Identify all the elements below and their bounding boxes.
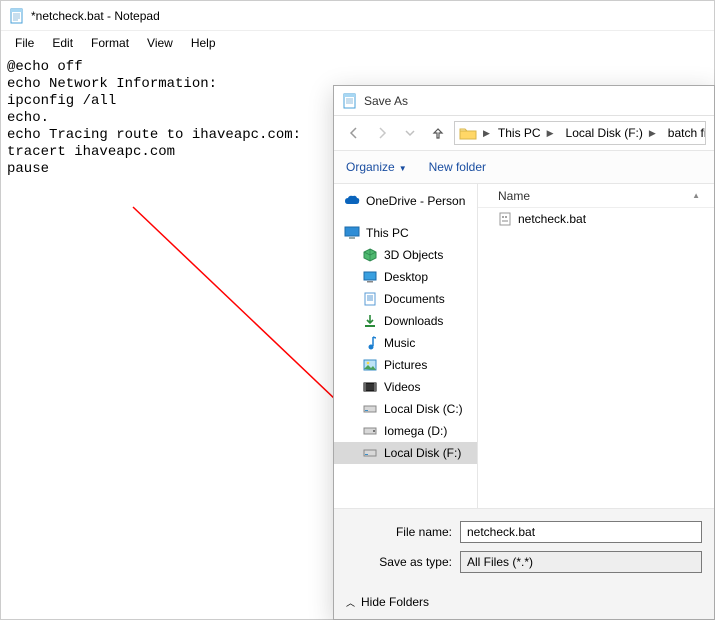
- menu-view[interactable]: View: [139, 33, 181, 53]
- tree-onedrive[interactable]: OneDrive - Person: [334, 190, 477, 212]
- tree-documents[interactable]: Documents: [334, 288, 477, 310]
- breadcrumb-folder[interactable]: batch files: [662, 122, 706, 144]
- dialog-bottom: File name: Save as type: All Files (*.*)…: [334, 508, 714, 619]
- new-folder-button[interactable]: New folder: [429, 160, 486, 174]
- downloads-icon: [362, 313, 378, 329]
- sort-asc-icon[interactable]: ▲: [692, 191, 700, 200]
- breadcrumb-bar[interactable]: ▶ This PC▶ Local Disk (F:)▶ batch files: [454, 121, 706, 145]
- tree-iomega-d[interactable]: Iomega (D:): [334, 420, 477, 442]
- chevron-right-icon[interactable]: ▶: [481, 128, 492, 139]
- onedrive-icon: [344, 193, 360, 209]
- pictures-icon: [362, 357, 378, 373]
- dialog-titlebar: Save As: [334, 86, 714, 116]
- notepad-icon: [9, 8, 25, 24]
- column-header[interactable]: Name ▲: [478, 184, 714, 208]
- music-icon: [362, 335, 378, 351]
- savetype-combo[interactable]: All Files (*.*): [460, 551, 702, 573]
- nav-recent-button[interactable]: [398, 121, 422, 145]
- chevron-up-icon: ︿: [346, 596, 355, 609]
- videos-icon: [362, 379, 378, 395]
- nav-up-button[interactable]: [426, 121, 450, 145]
- tree-downloads[interactable]: Downloads: [334, 310, 477, 332]
- filename-input[interactable]: [460, 521, 702, 543]
- dialog-title: Save As: [364, 94, 408, 108]
- nav-forward-button[interactable]: [370, 121, 394, 145]
- breadcrumb-thispc[interactable]: This PC▶: [492, 122, 560, 144]
- menu-edit[interactable]: Edit: [44, 33, 81, 53]
- navigation-tree[interactable]: OneDrive - Person This PC 3D Objects Des…: [334, 184, 478, 508]
- menu-format[interactable]: Format: [83, 33, 137, 53]
- tree-pictures[interactable]: Pictures: [334, 354, 477, 376]
- menu-file[interactable]: File: [7, 33, 42, 53]
- tree-local-f[interactable]: Local Disk (F:): [334, 442, 477, 464]
- organize-button[interactable]: Organize▼: [346, 160, 407, 174]
- address-bar: ▶ This PC▶ Local Disk (F:)▶ batch files: [334, 116, 714, 150]
- notepad-icon: [342, 93, 358, 109]
- nav-back-button[interactable]: [342, 121, 366, 145]
- tree-music[interactable]: Music: [334, 332, 477, 354]
- tree-thispc[interactable]: This PC: [334, 222, 477, 244]
- documents-icon: [362, 291, 378, 307]
- dialog-toolbar: Organize▼ New folder: [334, 150, 714, 184]
- savetype-label: Save as type:: [346, 555, 452, 569]
- tree-3dobjects[interactable]: 3D Objects: [334, 244, 477, 266]
- file-list-pane[interactable]: Name ▲ netcheck.bat: [478, 184, 714, 508]
- thispc-icon: [344, 225, 360, 241]
- tree-local-c[interactable]: Local Disk (C:): [334, 398, 477, 420]
- tree-desktop[interactable]: Desktop: [334, 266, 477, 288]
- notepad-titlebar: *netcheck.bat - Notepad: [1, 1, 714, 31]
- folder-icon: [455, 126, 481, 140]
- file-name: netcheck.bat: [518, 212, 586, 226]
- file-row[interactable]: netcheck.bat: [478, 208, 714, 230]
- breadcrumb-drive[interactable]: Local Disk (F:)▶: [560, 122, 662, 144]
- filename-label: File name:: [346, 525, 452, 539]
- 3dobjects-icon: [362, 247, 378, 263]
- batch-file-icon: [498, 212, 512, 226]
- desktop-icon: [362, 269, 378, 285]
- drive-icon: [362, 445, 378, 461]
- column-name[interactable]: Name: [498, 189, 530, 203]
- notepad-title: *netcheck.bat - Notepad: [31, 9, 160, 23]
- hide-folders-button[interactable]: ︿ Hide Folders: [346, 581, 702, 609]
- save-as-dialog: Save As ▶ This PC▶ Local Disk (F:)▶ batc…: [333, 85, 715, 620]
- tree-videos[interactable]: Videos: [334, 376, 477, 398]
- drive-icon: [362, 401, 378, 417]
- drive-icon: [362, 423, 378, 439]
- menu-help[interactable]: Help: [183, 33, 224, 53]
- notepad-menubar: File Edit Format View Help: [1, 31, 714, 57]
